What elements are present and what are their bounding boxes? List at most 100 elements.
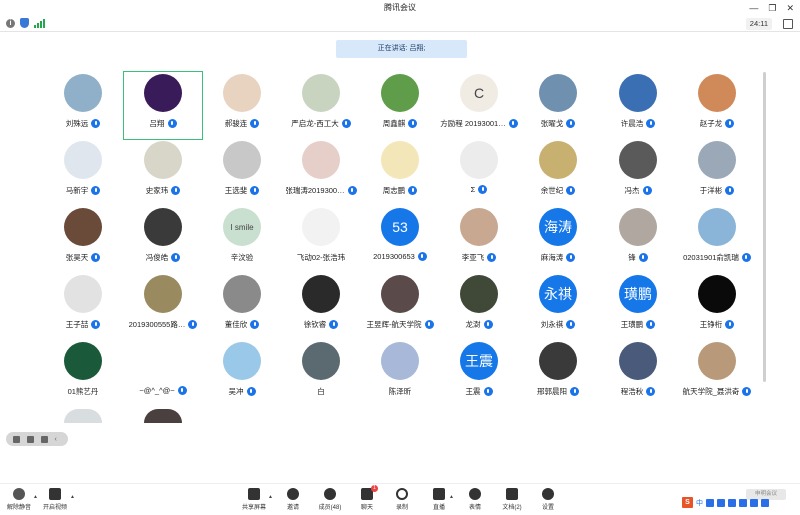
participant-name: 吴冲 (228, 387, 244, 396)
participant-tile[interactable] (123, 409, 203, 423)
participant-avatar (223, 74, 261, 112)
participant-tile[interactable]: 02031901俞凯瑞 (677, 208, 757, 278)
emoji-ime-icon[interactable] (717, 498, 725, 507)
sogou-logo-icon: S (682, 497, 693, 508)
participant-tile[interactable]: 于洋彬 (677, 141, 757, 211)
invite-button[interactable]: 邀请 (274, 488, 312, 511)
participant-tile[interactable]: 海涛 麻海涛 (518, 208, 598, 278)
participant-tile[interactable]: 永祺 刘永祺 (518, 275, 598, 345)
share-options-caret[interactable]: ▲ (268, 494, 273, 500)
ime-toolbar[interactable]: S 中 (682, 497, 769, 508)
participant-tile[interactable]: 张瑞涛2019300… (281, 141, 361, 211)
participant-tile[interactable]: 周志鹏 (360, 141, 440, 211)
participant-tile[interactable]: 航天学院_聂洪奇 (677, 342, 757, 412)
participant-tile[interactable]: 冯杰 (598, 141, 678, 211)
participant-avatar: C (460, 74, 498, 112)
participant-name: 龙澍 (465, 320, 481, 329)
participant-name: 邢郭晨阳 (537, 387, 567, 396)
grid-view-icon[interactable] (12, 435, 20, 443)
participant-tile[interactable]: 01熊艺丹 (43, 342, 123, 412)
chat-button[interactable]: 1 聊天 (348, 485, 386, 511)
participant-name: 2019300653 (373, 252, 415, 261)
participant-avatar (64, 409, 102, 423)
participant-tile[interactable]: 李亚飞 (439, 208, 519, 278)
participant-tile[interactable]: 郝骏连 (202, 74, 282, 144)
participant-tile[interactable]: 锋 (598, 208, 678, 278)
participant-tile[interactable]: 周鑫麒 (360, 74, 440, 144)
participant-tile[interactable]: ~@^_^@~ (123, 342, 203, 412)
toolbox-icon[interactable] (761, 498, 769, 507)
mic-icon (725, 186, 735, 195)
participant-tile[interactable]: 王铮桁 (677, 275, 757, 345)
participant-avatar (698, 141, 736, 179)
participant-avatar (144, 141, 182, 179)
participant-tile[interactable]: I smile 辛汶验 (202, 208, 282, 278)
participant-avatar (302, 275, 340, 313)
participant-tile[interactable]: C 方励程 20193001… (439, 74, 519, 144)
reactions-button[interactable]: 表情 (456, 488, 494, 511)
participant-name: 郝骏连 (224, 119, 248, 128)
live-options-caret[interactable]: ▲ (449, 494, 454, 500)
screen-view-icon[interactable] (40, 435, 48, 443)
emoji-icon (469, 488, 481, 500)
docs-button[interactable]: 文档(2) (493, 488, 531, 511)
participant-tile[interactable]: 王震 王震 (439, 342, 519, 412)
participant-name: 冯俊皓 (145, 253, 169, 262)
participant-avatar (619, 342, 657, 380)
voice-icon[interactable] (728, 498, 736, 507)
participant-name: 航天学院_聂洪奇 (682, 387, 740, 396)
participant-tile[interactable]: 王昱辉-航天学院 (360, 275, 440, 345)
participant-name: 2019300555路… (128, 320, 186, 329)
participant-tile[interactable]: 张曜戈 (518, 74, 598, 144)
participant-name: 锋 (628, 253, 636, 262)
participant-avatar (381, 141, 419, 179)
participant-tile[interactable]: 璜鹏 王璜鹏 (598, 275, 678, 345)
participant-tile[interactable]: 许晨浩 (598, 74, 678, 144)
participant-tile[interactable]: 张昊天 (43, 208, 123, 278)
participant-avatar (302, 141, 340, 179)
participant-tile[interactable]: 2019300555路… (123, 275, 203, 345)
grid-scrollbar[interactable] (763, 72, 766, 382)
participant-name: 余世纪 (540, 186, 564, 195)
participant-tile[interactable]: 余世纪 (518, 141, 598, 211)
participant-tile[interactable]: 董佳欣 (202, 275, 282, 345)
participant-tile[interactable]: 徐钦睿 (281, 275, 361, 345)
record-button[interactable]: 录制 (383, 488, 421, 511)
video-options-caret[interactable]: ▲ (70, 494, 75, 500)
participant-name: 于洋彬 (699, 186, 723, 195)
collapse-icon[interactable]: ‹ (55, 436, 62, 443)
settings-button[interactable]: 设置 (529, 488, 567, 511)
list-view-icon[interactable] (26, 435, 34, 443)
participant-tile[interactable]: 冯俊皓 (123, 208, 203, 278)
ime-mode[interactable]: 中 (696, 498, 703, 508)
view-controls[interactable]: ‹ (6, 432, 68, 446)
participant-tile[interactable]: 王选斐 (202, 141, 282, 211)
participant-tile[interactable]: 史家玮 (123, 141, 203, 211)
participant-name: 赵子龙 (699, 119, 723, 128)
video-button[interactable]: 开启视频 (36, 488, 74, 511)
members-button[interactable]: 成员(48) (311, 488, 349, 511)
participant-tile[interactable]: 陈泽昕 (360, 342, 440, 412)
live-icon (433, 488, 445, 500)
participant-tile[interactable]: 马新宇 (43, 141, 123, 211)
mic-icon (487, 253, 497, 262)
keyboard-icon[interactable] (739, 498, 747, 507)
skin-icon[interactable] (750, 498, 758, 507)
participant-tile[interactable]: 龙澍 (439, 275, 519, 345)
participant-tile[interactable]: 53 2019300653 (360, 208, 440, 278)
participant-tile[interactable]: 吴冲 (202, 342, 282, 412)
participant-tile[interactable]: 邢郭晨阳 (518, 342, 598, 412)
participant-name: 白 (317, 387, 325, 396)
participant-tile[interactable]: 白 (281, 342, 361, 412)
participant-tile[interactable]: 王子喆 (43, 275, 123, 345)
participant-tile[interactable]: 严启龙-西工大 (281, 74, 361, 144)
participant-name: 飞动02-张浩玮 (296, 253, 346, 262)
punctuation-icon[interactable] (706, 498, 714, 507)
participant-tile[interactable]: 刘殊远 (43, 74, 123, 144)
participant-tile[interactable]: 飞动02-张浩玮 (281, 208, 361, 278)
participant-tile[interactable]: 程浩秋 (598, 342, 678, 412)
avatar-initials: 永祺 (544, 286, 572, 302)
participant-tile[interactable]: Σ (439, 141, 519, 211)
participant-tile[interactable]: 赵子龙 (677, 74, 757, 144)
participant-tile[interactable] (43, 409, 123, 423)
